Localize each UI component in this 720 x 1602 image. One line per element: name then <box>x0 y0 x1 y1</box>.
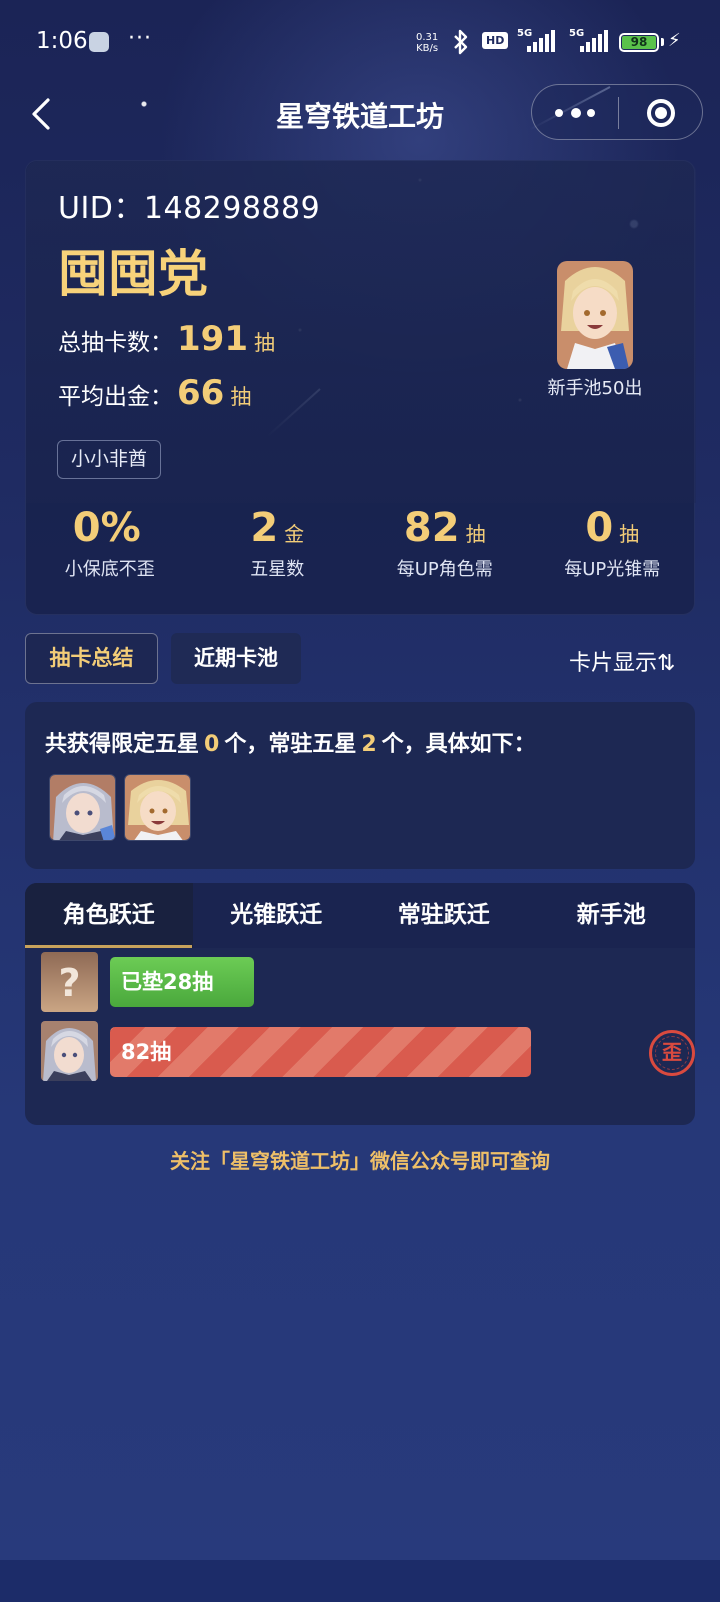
average-pulls-value: 66 <box>177 373 225 413</box>
status-bar: 1:06 ··· 0.31 KB/s HD 5G 5G 98 ⚡ <box>0 0 720 84</box>
uid: UID：148298889 <box>58 183 320 227</box>
total-pulls: 总抽卡数： 191 抽 <box>58 319 275 359</box>
warp-tabs: 角色跃迁 光锥跃迁 常驻跃迁 新手池 <box>25 883 695 948</box>
nickname: 囤囤党 <box>58 245 208 303</box>
five-star-pull-bar: 82抽 <box>110 1027 531 1077</box>
average-pulls: 平均出金： 66 抽 <box>58 373 251 413</box>
tab-light-cone-warp[interactable]: 光锥跃迁 <box>193 883 361 948</box>
pity-bar-row: 82抽 歪 <box>41 1021 695 1081</box>
pity-progress-bar: 已垫28抽 <box>110 957 254 1007</box>
question-mark-glyph: ? <box>58 961 80 1005</box>
metric-label: 五星数 <box>250 559 305 580</box>
metric-label: 每UP角色需 <box>396 559 493 580</box>
dot-icon <box>555 109 563 117</box>
summary-suffix: 个，具体如下： <box>381 732 536 757</box>
metric-item: 82 抽 每UP角色需 <box>361 503 529 616</box>
tab-standard-warp[interactable]: 常驻跃迁 <box>360 883 528 948</box>
metric-value: 82 <box>403 505 460 551</box>
unknown-character-avatar: ? <box>41 952 98 1012</box>
close-miniprogram-button[interactable] <box>618 85 704 141</box>
five-star-summary-card: 共获得限定五星 0 个，常驻五星 2 个，具体如下： <box>25 702 695 869</box>
total-pulls-unit: 抽 <box>253 331 275 355</box>
bottom-strip <box>0 1560 720 1602</box>
more-notifications-icon: ··· <box>128 26 152 51</box>
metric-unit: 抽 <box>465 522 486 546</box>
bronya-avatar[interactable] <box>49 774 116 841</box>
tab-character-warp[interactable]: 角色跃迁 <box>25 883 193 948</box>
metric-value: 2 <box>250 505 279 551</box>
network-speed-unit: KB/s <box>416 43 439 54</box>
signal-strength-icon <box>527 30 555 52</box>
metric-unit: 抽 <box>619 522 640 546</box>
pity-bar-row: ? 已垫28抽 <box>41 952 681 1012</box>
newbie-character-avatar <box>557 261 633 369</box>
profile-card: UID：148298889 囤囤党 总抽卡数： 191 抽 平均出金： 66 抽 小小非… <box>25 160 696 616</box>
standard-count: 2 <box>361 732 377 757</box>
tab-newbie-warp[interactable]: 新手池 <box>528 883 696 948</box>
bronya-portrait-icon <box>41 1021 98 1081</box>
dot-icon <box>571 108 581 118</box>
average-pulls-unit: 抽 <box>230 385 252 409</box>
app-notification-icon <box>89 32 109 52</box>
miniprogram-capsule <box>531 84 703 140</box>
total-pulls-value: 191 <box>177 319 248 359</box>
metric-value: 0% <box>72 505 141 551</box>
metric-value: 0 <box>585 505 614 551</box>
dot-icon <box>587 109 595 117</box>
battery-level: 98 <box>622 36 656 49</box>
aventurine-avatar[interactable] <box>124 774 191 841</box>
tab-summary[interactable]: 抽卡总结 <box>25 633 158 684</box>
five-star-avatar-list <box>49 774 191 841</box>
card-display-toggle[interactable]: 卡片显示⇅ <box>569 645 675 677</box>
bronya-avatar <box>41 1021 98 1081</box>
network-speed-value: 0.31 <box>416 32 439 43</box>
metric-unit: 金 <box>284 522 305 546</box>
warp-history-card: 角色跃迁 光锥跃迁 常驻跃迁 新手池 ? 已垫28抽 82抽 歪 <box>25 883 695 1125</box>
question-mark-icon: ? <box>41 952 98 1012</box>
summary-middle: 个，常驻五星 <box>224 732 357 757</box>
metrics-row: 0% 小保底不歪 2金 五星数 82 抽 每UP角色需 0抽 每UP光锥需 <box>26 503 696 616</box>
bluetooth-icon <box>454 29 468 55</box>
metric-item: 2金 五星数 <box>194 503 362 616</box>
charging-icon: ⚡ <box>668 30 681 51</box>
tab-recent-pools[interactable]: 近期卡池 <box>171 633 301 684</box>
target-icon-center <box>655 107 667 119</box>
aventurine-portrait-icon <box>557 261 633 369</box>
uid-label: UID： <box>58 191 144 226</box>
five-star-summary-text: 共获得限定五星 0 个，常驻五星 2 个，具体如下： <box>45 726 536 758</box>
profile-header: UID：148298889 囤囤党 总抽卡数： 191 抽 平均出金： 66 抽 小小非… <box>26 161 696 503</box>
metric-item: 0% 小保底不歪 <box>26 503 194 616</box>
signal-strength-icon <box>580 30 608 52</box>
total-pulls-label: 总抽卡数： <box>58 330 173 356</box>
bronya-portrait-icon <box>50 775 115 840</box>
summary-prefix: 共获得限定五星 <box>45 732 200 757</box>
aventurine-portrait-icon <box>125 775 190 840</box>
uid-value: 148298889 <box>143 191 321 226</box>
status-time: 1:06 <box>36 28 88 54</box>
lost-fifty-fifty-stamp-icon: 歪 <box>649 1030 695 1076</box>
hd-voice-icon: HD <box>482 32 509 49</box>
battery-tip <box>661 38 664 46</box>
metric-label: 每UP光锥需 <box>564 559 661 580</box>
network-speed: 0.31 KB/s <box>416 32 438 54</box>
metric-item: 0抽 每UP光锥需 <box>529 503 697 616</box>
more-options-button[interactable] <box>532 85 618 141</box>
metric-label: 小保底不歪 <box>64 559 155 580</box>
limited-count: 0 <box>204 732 220 757</box>
footer-note: 关注「星穹铁道工坊」微信公众号即可查询 <box>170 1149 550 1173</box>
luck-tag: 小小非酋 <box>57 440 162 479</box>
average-pulls-label: 平均出金： <box>58 384 173 410</box>
battery-icon: 98 <box>619 33 659 52</box>
newbie-caption: 新手池50出 <box>547 378 643 399</box>
